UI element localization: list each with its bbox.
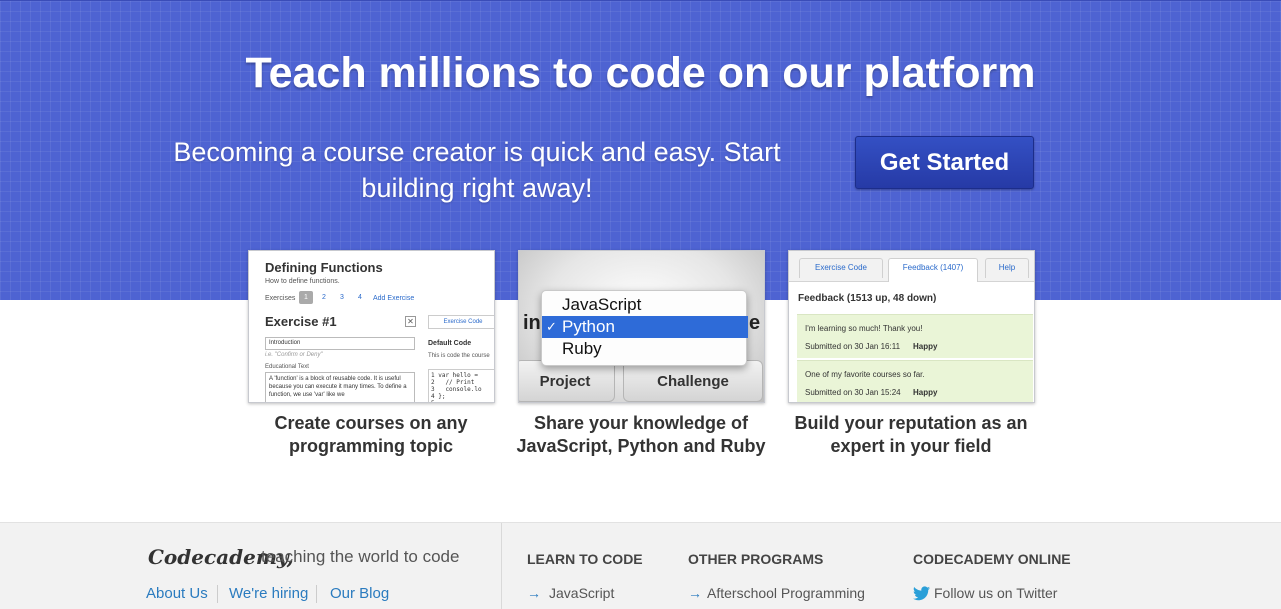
challenge-button: Challenge [623,360,763,402]
feedback-screenshot: Exercise Code Feedback (1407) Help Feedb… [788,250,1035,403]
option-python: ✓ Python [542,316,748,338]
default-code-label: Default Code [428,340,472,347]
code-editor: 1 var hello = 2 // Print 3 console.lo 4 … [428,369,494,402]
exercise-tab-2: 2 [322,294,326,301]
feedback-submitted: Submitted on 30 Jan 15:24 [805,388,901,397]
default-code-desc: This is code the course [428,353,490,359]
twitter-link[interactable]: Follow us on Twitter [913,585,1057,601]
hiring-link[interactable]: We're hiring [229,585,308,602]
background-text-left: in [523,312,541,334]
feedback-entry: One of my favorite courses so far. Submi… [797,360,1033,402]
language-select-screenshot: in e Project Challenge JavaScript ✓ Pyth… [518,250,765,403]
educational-text-area: A 'function' is a block of reusable code… [265,372,415,402]
language-dropdown: JavaScript ✓ Python Ruby [541,290,748,366]
feedback-message: One of my favorite courses so far. [805,370,925,379]
option-ruby: Ruby [542,338,748,360]
link-separator [217,585,218,603]
twitter-link-label: Follow us on Twitter [934,585,1058,601]
afterschool-link-label: Afterschool Programming [707,585,865,601]
afterschool-link[interactable]: → Afterschool Programming [688,585,865,601]
feedback-list: I'm learning so much! Thank you! Submitt… [797,313,1033,402]
feedback-submitted: Submitted on 30 Jan 16:11 [805,342,901,351]
page: Teach millions to code on our platform B… [0,0,1281,609]
about-us-link[interactable]: About Us [146,585,208,602]
course-editor-screenshot: Defining Functions How to define functio… [248,250,495,403]
exercises-label: Exercises [265,295,296,302]
option-label: Python [562,317,615,336]
exercise-heading: Exercise #1 [265,314,337,329]
option-javascript: JavaScript [542,294,748,316]
hero-title: Teach millions to code on our platform [245,49,1036,97]
course-title: Defining Functions [265,260,383,275]
learn-to-code-heading: LEARN TO CODE [527,551,643,567]
exercise-tab-3: 3 [340,294,344,301]
javascript-link-label: JavaScript [549,585,615,601]
footer-tagline: teaching the world to code [261,547,460,566]
add-exercise-link: Add Exercise [373,295,415,302]
javascript-link[interactable]: → JavaScript [527,585,614,601]
feature-caption-share: Share your knowledge of JavaScript, Pyth… [516,413,766,456]
background-text-right: e [749,312,761,334]
educational-text-label: Educational Text [265,364,309,370]
course-description: How to define functions. [265,278,340,285]
feature-caption-create: Create courses on any programming topic [274,413,468,456]
codecademy-online-heading: CODECADEMY ONLINE [913,551,1071,567]
exercise-tab-1: 1 [299,291,313,304]
tab-help: Help [985,258,1029,278]
feedback-mood: Happy [913,388,938,397]
feature-caption-reputation: Build your reputation as an expert in yo… [794,413,1028,456]
exercise-title-field: Introduction [265,337,415,350]
feedback-message: I'm learning so much! Thank you! [805,324,923,333]
tab-exercise-code: Exercise Code [799,258,883,278]
tab-feedback: Feedback (1407) [888,258,978,282]
option-label: JavaScript [562,295,642,314]
checkmark-icon: ✓ [546,319,557,334]
arrow-right-icon: → [527,585,541,601]
feedback-tabbar: Exercise Code Feedback (1407) Help [789,251,1034,282]
feedback-entry: I'm learning so much! Thank you! Submitt… [797,314,1033,358]
title-hint: i.e. "Confirm or Deny" [265,352,323,358]
footer-divider [501,523,502,609]
arrow-right-icon: → [688,585,702,601]
other-programs-heading: OTHER PROGRAMS [688,551,824,567]
exercise-tab-4: 4 [358,294,362,301]
option-label: Ruby [562,339,602,358]
project-button: Project [519,360,615,402]
feedback-header: Feedback (1513 up, 48 down) [798,293,937,304]
hero-subtitle: Becoming a course creator is quick and e… [173,137,781,203]
footer: Codecademy, teaching the world to code A… [0,522,1281,609]
close-icon: ✕ [405,316,416,327]
get-started-button[interactable]: Get Started [855,136,1034,189]
twitter-bird-icon [913,586,930,601]
exercise-code-tab: Exercise Code [428,315,494,329]
link-separator [316,585,317,603]
feedback-mood: Happy [913,342,938,351]
blog-link[interactable]: Our Blog [330,585,389,602]
